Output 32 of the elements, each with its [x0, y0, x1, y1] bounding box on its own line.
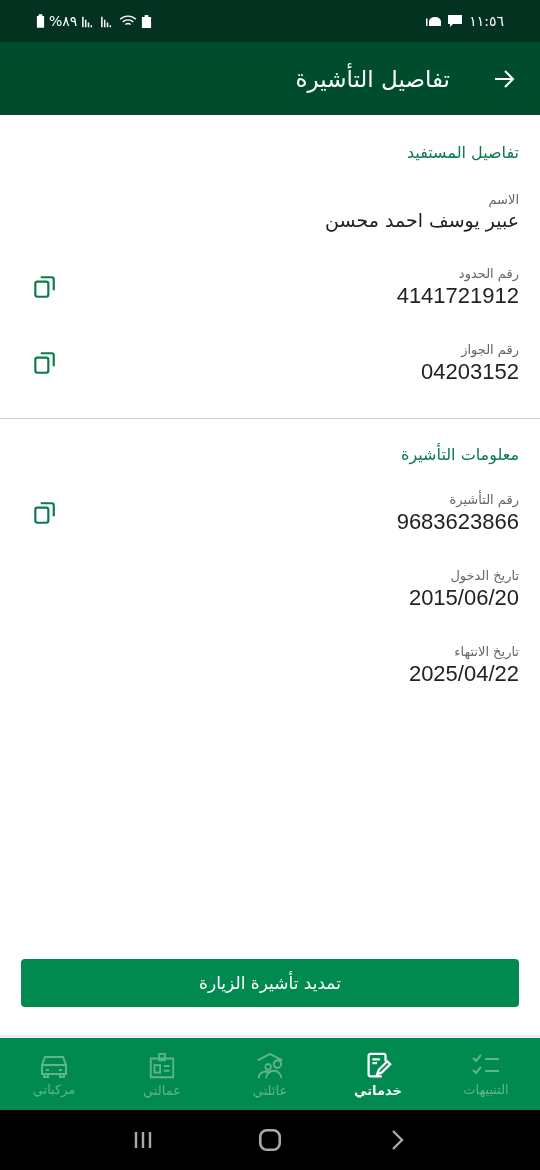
- field-label: تاريخ الانتهاء: [454, 643, 519, 659]
- field-label: رقم الحدود: [458, 265, 519, 281]
- nav-tab[interactable]: عائلتي: [216, 1038, 324, 1110]
- nav-tab[interactable]: التنبيهات: [432, 1038, 540, 1110]
- field-value: 2015/06/20: [408, 584, 519, 611]
- copy-icon[interactable]: [31, 350, 57, 376]
- field-label: تاريخ الدخول: [450, 567, 519, 583]
- field-label: رقم الجواز: [461, 341, 519, 357]
- field-value: 04203152: [421, 358, 519, 385]
- status-time: ١١:٥٦: [469, 13, 504, 29]
- field-value: 2025/04/22: [408, 660, 519, 687]
- battery-saver-icon: [141, 13, 153, 29]
- field-value: 4141721912: [396, 282, 519, 309]
- battery-percent: %٨٩: [49, 13, 78, 29]
- screen-title: تفاصيل التأشيرة: [295, 65, 450, 92]
- field-label: رقم التأشيرة: [449, 491, 519, 507]
- field-label: الاسم: [488, 191, 519, 207]
- section-title: تفاصيل المستفيد: [405, 143, 519, 162]
- field-value: 9683623866: [396, 508, 519, 535]
- battery-icon: [36, 13, 45, 29]
- copy-icon[interactable]: [31, 274, 57, 300]
- extend-visa-button[interactable]: تمديد تأشيرة الزيارة: [21, 959, 519, 1007]
- nav-tab[interactable]: خدماتي: [324, 1038, 432, 1110]
- section-title: معلومات التأشيرة: [400, 445, 519, 464]
- copy-icon[interactable]: [31, 500, 57, 526]
- field-value: عبير يوسف احمد محسن: [325, 208, 519, 231]
- nav-tab[interactable]: عمالتي: [108, 1038, 216, 1110]
- nav-tab[interactable]: مركباتي: [0, 1038, 108, 1110]
- wifi-icon: [119, 14, 138, 28]
- message-icon: [447, 13, 464, 29]
- family-icon: [254, 1050, 286, 1081]
- home-icon[interactable]: [257, 1127, 283, 1153]
